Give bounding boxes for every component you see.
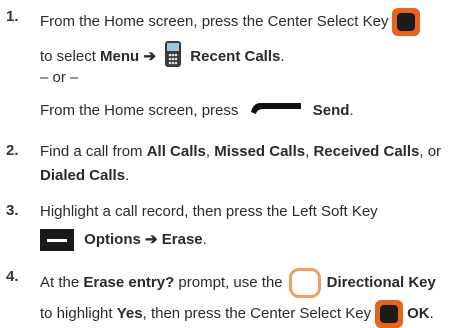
step-text: . [125,167,130,184]
step-text: From the Home screen, press the Center S… [40,12,389,30]
step-text: . [280,47,285,65]
step-2-line-2: Dialed Calls. [40,166,129,186]
step-number: 1. [6,8,19,25]
step-1-line-2: to select Menu ➔ Recent Calls. [40,40,285,67]
step-4-line-2: to highlight Yes, then press the Center … [40,300,434,328]
step-text: . [349,101,354,119]
step-2-line-1: Find a call from All Calls, Missed Calls… [40,142,441,162]
send-label: Send [312,101,350,119]
send-key-icon [249,100,303,122]
step-text: Highlight a call record, then press the … [40,203,378,220]
all-calls-label: All Calls [146,143,206,160]
step-text: , or [419,143,442,160]
step-number: 2. [6,142,19,159]
step-3-line-2: Options ➔ Erase. [40,229,207,251]
step-text: At the [40,273,84,291]
center-select-key-icon [375,300,404,328]
menu-label: Menu [100,47,140,65]
step-text: , [205,143,215,160]
erase-label: Erase [161,230,203,248]
step-1-or: – or – [40,69,79,86]
left-soft-key-icon [40,229,74,251]
yes-label: Yes [116,304,143,322]
missed-calls-label: Missed Calls [214,143,306,160]
step-1-line-1: From the Home screen, press the Center S… [40,8,424,36]
dialed-calls-label: Dialed Calls [40,167,126,184]
step-text: From the Home screen, press [40,101,239,119]
arrow-glyph: ➔ [145,230,158,248]
arrow-glyph: ➔ [143,47,156,65]
step-1-line-4: From the Home screen, press Send. [40,100,354,120]
phone-icon [164,40,182,74]
step-text: . [429,304,434,322]
step-number: 4. [6,268,19,285]
step-number: 3. [6,202,19,219]
step-text: . [202,230,207,248]
recent-calls-label: Recent Calls [190,47,281,65]
directional-key-label: Directional Key [326,273,436,291]
step-text: , then press the Center Select Key [142,304,372,322]
step-text: to highlight [40,304,117,322]
options-label: Options [84,230,141,248]
step-text: prompt, use the [174,273,283,291]
step-text: to select [40,47,101,65]
erase-entry-prompt-label: Erase entry? [83,273,175,291]
step-text: Find a call from [40,143,147,160]
received-calls-label: Received Calls [313,143,420,160]
ok-label: OK [407,304,430,322]
step-3-line-1: Highlight a call record, then press the … [40,202,378,222]
step-4-line-1: At the Erase entry? prompt, use the Direc… [40,268,436,298]
center-select-key-icon [392,8,421,36]
directional-key-icon [288,268,321,298]
